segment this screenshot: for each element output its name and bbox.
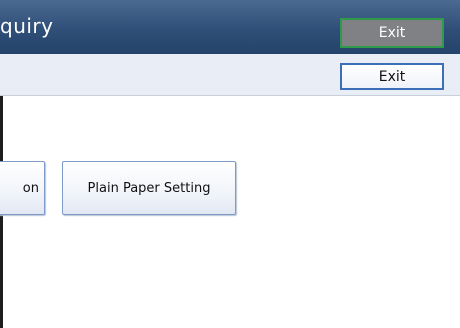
plain-paper-setting-button[interactable]: Plain Paper Setting bbox=[62, 161, 236, 215]
toolbar: Exit bbox=[0, 54, 460, 96]
title-bar: quiry Exit bbox=[0, 0, 460, 54]
exit-button[interactable]: Exit bbox=[340, 63, 444, 90]
screen-title: quiry bbox=[0, 14, 54, 38]
title-exit-button[interactable]: Exit bbox=[340, 18, 444, 48]
cut-off-option-label: on bbox=[22, 180, 39, 196]
plain-paper-setting-label: Plain Paper Setting bbox=[87, 180, 211, 196]
cut-off-option-button[interactable]: on bbox=[0, 161, 45, 215]
